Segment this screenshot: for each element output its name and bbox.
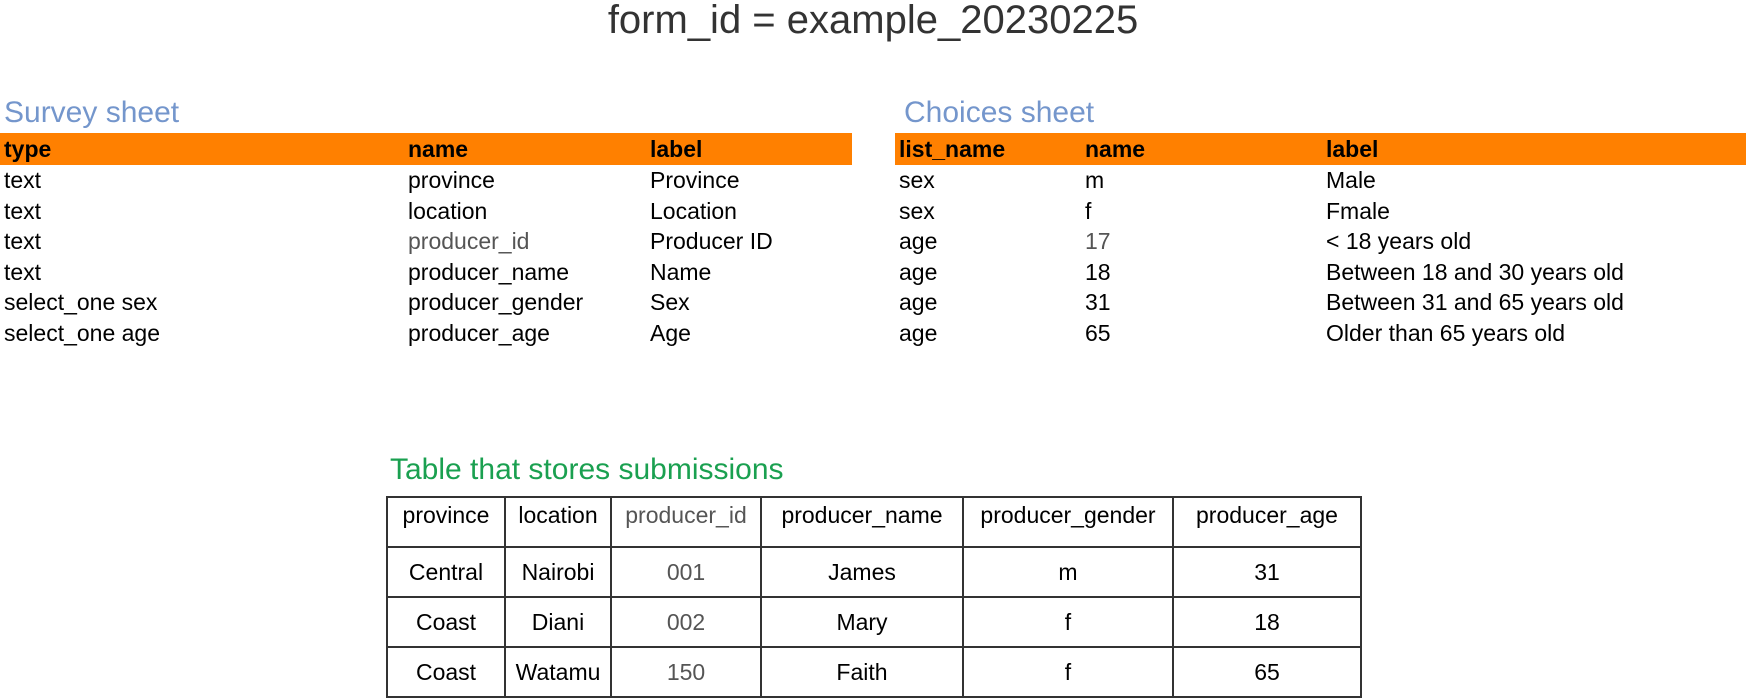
table-row: text location Location (0, 196, 852, 227)
table-cell: < 18 years old (1326, 228, 1472, 254)
table-cell: 65 (1085, 319, 1111, 346)
table-row: sex f Fmale (895, 196, 1746, 227)
table-cell: age (899, 258, 938, 285)
choices-col-label: label (1322, 133, 1746, 165)
table-cell: Fmale (1326, 197, 1390, 224)
table-cell: sex (899, 167, 935, 193)
table-row: select_one age producer_age Age (0, 318, 852, 349)
table-row: text producer_id Producer ID (0, 226, 852, 257)
table-cell: producer_name (408, 258, 570, 285)
table-cell: 31 (1172, 546, 1362, 598)
table-row: age 65 Older than 65 years old (895, 318, 1746, 349)
table-cell: 31 (1085, 289, 1111, 315)
table-cell: m (962, 546, 1174, 598)
table-cell: text (4, 197, 42, 224)
table-cell: producer_gender (408, 289, 584, 315)
table-cell: Diani (504, 596, 612, 648)
table-cell: Male (1326, 167, 1376, 193)
table-cell: Older than 65 years old (1326, 319, 1566, 346)
table-cell: text (4, 228, 42, 254)
choices-header-row: list_name name label (895, 133, 1746, 165)
table-cell: province (408, 167, 495, 193)
survey-col-type: type (0, 133, 404, 165)
table-cell: James (760, 546, 964, 598)
table-cell: 002 (610, 596, 762, 648)
survey-col-name: name (404, 133, 646, 165)
table-row: Coast Diani 002 Mary f 18 (386, 596, 1362, 648)
submissions-col-producer-name: producer_name (760, 496, 964, 548)
table-row: age 17 < 18 years old (895, 226, 1746, 257)
submissions-col-producer-gender: producer_gender (962, 496, 1174, 548)
table-cell: 65 (1172, 646, 1362, 698)
submissions-header-row: province location producer_id producer_n… (386, 496, 1362, 548)
table-cell: producer_id (408, 228, 530, 254)
table-cell: 18 (1172, 596, 1362, 648)
table-row: text producer_name Name (0, 257, 852, 288)
table-cell: 18 (1085, 258, 1111, 285)
table-row: text province Province (0, 165, 852, 196)
table-cell: Watamu (504, 646, 612, 698)
submissions-col-province: province (386, 496, 506, 548)
submissions-col-producer-id: producer_id (610, 496, 762, 548)
table-row: Central Nairobi 001 James m 31 (386, 546, 1362, 598)
submissions-col-producer-age: producer_age (1172, 496, 1362, 548)
table-cell: text (4, 167, 42, 193)
table-row: select_one sex producer_gender Sex (0, 287, 852, 318)
table-cell: Faith (760, 646, 964, 698)
survey-col-label: label (646, 133, 852, 165)
table-cell: select_one age (4, 319, 161, 346)
survey-sheet-heading: Survey sheet (4, 96, 180, 129)
table-cell: Central (386, 546, 506, 598)
table-cell: age (899, 319, 938, 346)
table-cell: age (899, 289, 938, 315)
choices-col-list-name: list_name (895, 133, 1081, 165)
table-cell: Name (650, 258, 712, 285)
table-cell: select_one sex (4, 289, 158, 315)
choices-sheet-table: list_name name label sex m Male sex f Fm… (895, 133, 1746, 348)
table-row: age 18 Between 18 and 30 years old (895, 257, 1746, 288)
table-cell: text (4, 258, 42, 285)
submissions-heading: Table that stores submissions (390, 453, 784, 486)
table-cell: f (962, 596, 1174, 648)
table-cell: 17 (1085, 228, 1111, 254)
table-cell: producer_age (408, 319, 550, 346)
table-cell: Sex (650, 289, 690, 315)
table-cell: Province (650, 167, 740, 193)
survey-sheet-table: type name label text province Province t… (0, 133, 852, 348)
table-cell: Mary (760, 596, 964, 648)
table-cell: Location (650, 197, 737, 224)
table-cell: Between 18 and 30 years old (1326, 258, 1624, 285)
form-id-title: form_id = example_20230225 (607, 0, 1139, 42)
submissions-table: province location producer_id producer_n… (386, 496, 1362, 698)
table-cell: sex (899, 197, 935, 224)
table-cell: Nairobi (504, 546, 612, 598)
table-row: age 31 Between 31 and 65 years old (895, 287, 1746, 318)
survey-header-row: type name label (0, 133, 852, 165)
choices-col-name: name (1081, 133, 1322, 165)
table-cell: Producer ID (650, 228, 773, 254)
table-cell: Coast (386, 646, 506, 698)
table-cell: age (899, 228, 938, 254)
table-cell: 001 (610, 546, 762, 598)
table-cell: location (408, 197, 488, 224)
table-cell: Coast (386, 596, 506, 648)
choices-sheet-heading: Choices sheet (904, 96, 1095, 129)
table-cell: 150 (610, 646, 762, 698)
table-cell: f (962, 646, 1174, 698)
table-cell: Between 31 and 65 years old (1326, 289, 1624, 315)
table-row: Coast Watamu 150 Faith f 65 (386, 646, 1362, 698)
table-cell: f (1085, 197, 1092, 224)
table-row: sex m Male (895, 165, 1746, 196)
submissions-col-location: location (504, 496, 612, 548)
table-cell: Age (650, 319, 691, 346)
table-cell: m (1085, 167, 1105, 193)
